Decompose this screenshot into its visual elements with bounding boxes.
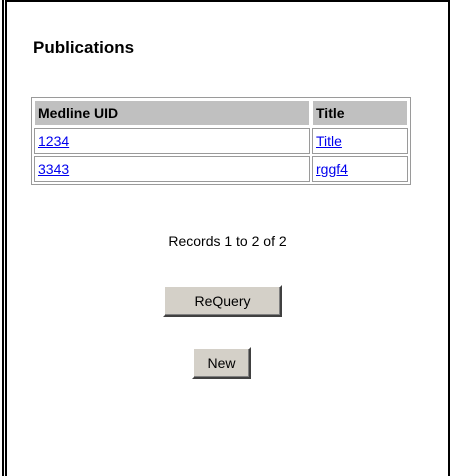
main-content: Publications Medline UID Title 1234 Titl… (7, 2, 448, 476)
new-button[interactable]: New (192, 347, 251, 379)
table-row: 1234 Title (34, 128, 408, 154)
table-header-row: Medline UID Title (34, 100, 408, 126)
frame-border-left (0, 0, 7, 476)
table-cell-title: rggf4 (312, 156, 408, 182)
table-row: 3343 rggf4 (34, 156, 408, 182)
page-frame: Publications Medline UID Title 1234 Titl… (0, 0, 450, 476)
requery-button[interactable]: ReQuery (163, 285, 282, 317)
column-header-medline-uid: Medline UID (34, 100, 310, 126)
table-cell-uid: 1234 (34, 128, 310, 154)
title-link[interactable]: Title (316, 133, 342, 149)
frame-border-left-inner (2, 0, 4, 476)
uid-link[interactable]: 1234 (38, 133, 69, 149)
table-cell-title: Title (312, 128, 408, 154)
page-title: Publications (33, 38, 135, 57)
table-cell-uid: 3343 (34, 156, 310, 182)
records-count: Records 1 to 2 of 2 (168, 233, 287, 249)
column-header-title: Title (312, 100, 408, 126)
uid-link[interactable]: 3343 (38, 161, 69, 177)
title-link[interactable]: rggf4 (316, 161, 348, 177)
publications-table: Medline UID Title 1234 Title 3343 rggf4 (31, 97, 411, 185)
